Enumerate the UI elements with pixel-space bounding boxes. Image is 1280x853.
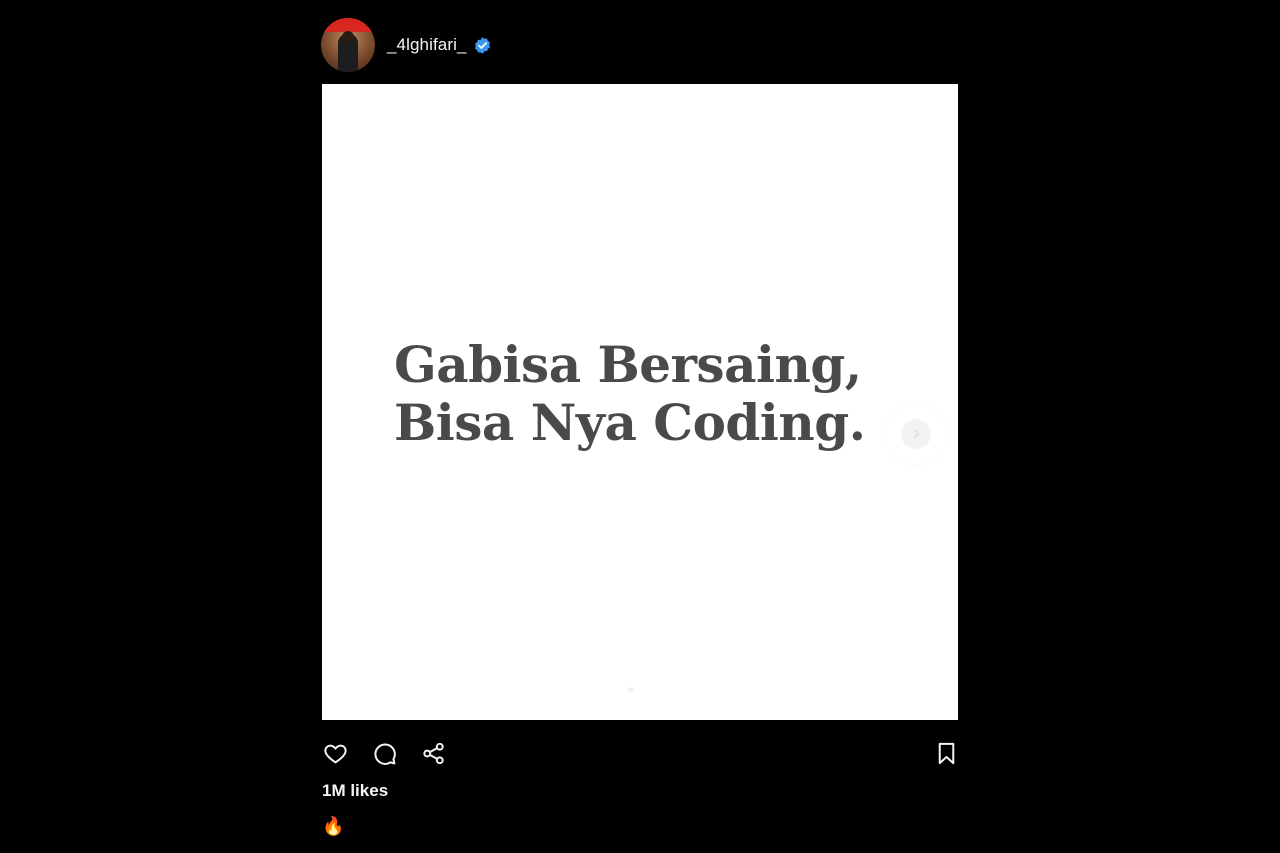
share-button[interactable] <box>420 740 446 766</box>
bookmark-icon <box>938 742 954 764</box>
avatar-background <box>321 18 375 32</box>
media-text-line-1: Gabisa Bersaing, <box>394 335 862 394</box>
action-bar <box>322 738 958 768</box>
likes-count[interactable]: 1M likes <box>322 781 388 801</box>
media-text-line-2: Bisa Nya Coding. <box>394 393 866 452</box>
carousel-next-button[interactable] <box>886 404 946 464</box>
media-text: Gabisa Bersaing, Bisa Nya Coding. <box>394 336 866 452</box>
carousel-indicator <box>628 687 634 693</box>
share-icon <box>422 742 444 764</box>
post-header: _4lghifari_ <box>321 18 492 72</box>
heart-icon <box>323 744 347 763</box>
like-button[interactable] <box>322 740 348 766</box>
username-link[interactable]: _4lghifari_ <box>387 35 467 55</box>
verified-badge-icon <box>473 36 492 55</box>
chevron-right-icon <box>901 419 931 449</box>
avatar[interactable] <box>321 18 375 72</box>
comment-icon <box>373 743 396 765</box>
comment-button[interactable] <box>371 740 397 766</box>
post-caption: 🔥 <box>322 816 345 836</box>
avatar-head <box>342 31 354 43</box>
save-button[interactable] <box>933 740 959 766</box>
post-media[interactable]: Gabisa Bersaing, Bisa Nya Coding. <box>322 84 958 720</box>
